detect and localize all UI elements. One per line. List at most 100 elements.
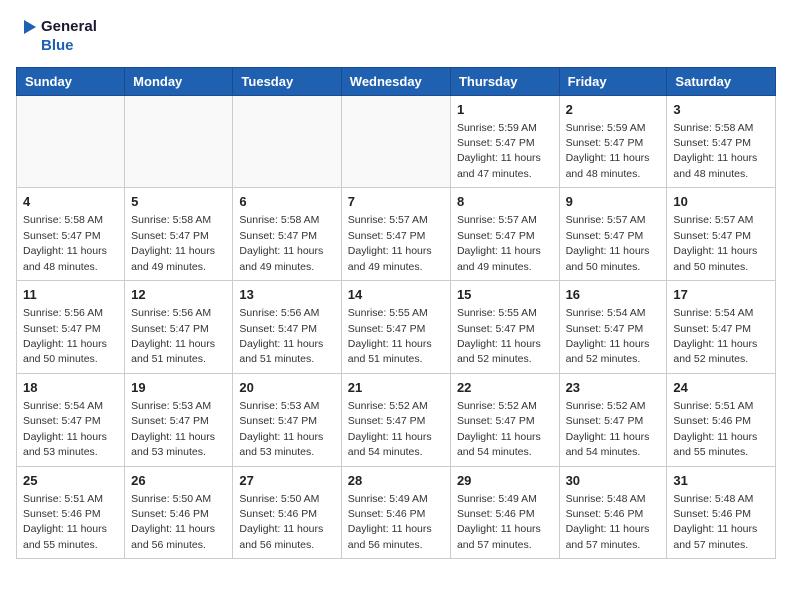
day-number: 7 <box>348 193 444 211</box>
day-number: 1 <box>457 101 553 119</box>
day-cell: 23 Sunrise: 5:52 AM Sunset: 5:47 PM Dayli… <box>559 373 667 466</box>
day-cell: 8Sunrise: 5:57 AM Sunset: 5:47 PM Daylig… <box>450 188 559 281</box>
day-number: 9 <box>566 193 661 211</box>
day-number: 27 <box>239 472 334 490</box>
day-info: Sunrise: 5:59 AM Sunset: 5:47 PM Dayligh… <box>457 122 541 180</box>
day-info: Sunrise: 5:48 AM Sunset: 5:46 PM Dayligh… <box>673 493 757 551</box>
weekday-header-monday: Monday <box>125 67 233 95</box>
day-cell: 31 Sunrise: 5:48 AM Sunset: 5:46 PM Dayli… <box>667 466 776 559</box>
day-number: 8 <box>457 193 553 211</box>
day-cell: 25 Sunrise: 5:51 AM Sunset: 5:46 PM Dayli… <box>17 466 125 559</box>
day-number: 6 <box>239 193 334 211</box>
day-number: 5 <box>131 193 226 211</box>
week-row-4: 18Sunrise: 5:54 AM Sunset: 5:47 PM Dayli… <box>17 373 776 466</box>
day-number: 23 <box>566 379 661 397</box>
day-cell <box>233 95 341 188</box>
day-info: Sunrise: 5:50 AM Sunset: 5:46 PM Dayligh… <box>239 493 323 551</box>
day-number: 16 <box>566 286 661 304</box>
day-number: 15 <box>457 286 553 304</box>
logo-triangle-icon <box>16 16 38 38</box>
day-cell: 6 Sunrise: 5:58 AM Sunset: 5:47 PM Daylig… <box>233 188 341 281</box>
weekday-header-wednesday: Wednesday <box>341 67 450 95</box>
day-cell: 15Sunrise: 5:55 AM Sunset: 5:47 PM Dayli… <box>450 281 559 374</box>
day-cell: 2 Sunrise: 5:59 AM Sunset: 5:47 PM Daylig… <box>559 95 667 188</box>
day-number: 25 <box>23 472 118 490</box>
day-cell: 13 Sunrise: 5:56 AM Sunset: 5:47 PM Dayli… <box>233 281 341 374</box>
day-cell: 26 Sunrise: 5:50 AM Sunset: 5:46 PM Dayli… <box>125 466 233 559</box>
day-info: Sunrise: 5:56 AM Sunset: 5:47 PM Dayligh… <box>23 307 107 365</box>
day-cell: 16 Sunrise: 5:54 AM Sunset: 5:47 PM Dayli… <box>559 281 667 374</box>
day-info: Sunrise: 5:50 AM Sunset: 5:46 PM Dayligh… <box>131 493 215 551</box>
day-cell: 1 Sunrise: 5:59 AM Sunset: 5:47 PM Daylig… <box>450 95 559 188</box>
day-info: Sunrise: 5:57 AM Sunset: 5:47 PM Dayligh… <box>566 214 650 272</box>
day-number: 21 <box>348 379 444 397</box>
weekday-header-thursday: Thursday <box>450 67 559 95</box>
weekday-header-saturday: Saturday <box>667 67 776 95</box>
day-cell: 29Sunrise: 5:49 AM Sunset: 5:46 PM Dayli… <box>450 466 559 559</box>
day-info: Sunrise: 5:53 AM Sunset: 5:47 PM Dayligh… <box>239 400 323 458</box>
day-info: Sunrise: 5:59 AM Sunset: 5:47 PM Dayligh… <box>566 122 650 180</box>
day-cell <box>17 95 125 188</box>
logo-text: General Blue <box>16 16 97 55</box>
day-info: Sunrise: 5:57 AM Sunset: 5:47 PM Dayligh… <box>673 214 757 272</box>
day-number: 13 <box>239 286 334 304</box>
day-cell: 22Sunrise: 5:52 AM Sunset: 5:47 PM Dayli… <box>450 373 559 466</box>
day-cell <box>341 95 450 188</box>
weekday-header-tuesday: Tuesday <box>233 67 341 95</box>
day-cell: 27 Sunrise: 5:50 AM Sunset: 5:46 PM Dayli… <box>233 466 341 559</box>
calendar-table: SundayMondayTuesdayWednesdayThursdayFrid… <box>16 67 776 560</box>
day-cell: 30Sunrise: 5:48 AM Sunset: 5:46 PM Dayli… <box>559 466 667 559</box>
day-info: Sunrise: 5:48 AM Sunset: 5:46 PM Dayligh… <box>566 493 650 551</box>
day-info: Sunrise: 5:49 AM Sunset: 5:46 PM Dayligh… <box>457 493 541 551</box>
day-info: Sunrise: 5:51 AM Sunset: 5:46 PM Dayligh… <box>673 400 757 458</box>
logo-blue: Blue <box>16 38 74 55</box>
day-number: 26 <box>131 472 226 490</box>
day-cell: 17 Sunrise: 5:54 AM Sunset: 5:47 PM Dayli… <box>667 281 776 374</box>
day-cell: 7 Sunrise: 5:57 AM Sunset: 5:47 PM Daylig… <box>341 188 450 281</box>
day-info: Sunrise: 5:57 AM Sunset: 5:47 PM Dayligh… <box>348 214 432 272</box>
day-info: Sunrise: 5:58 AM Sunset: 5:47 PM Dayligh… <box>131 214 215 272</box>
day-info: Sunrise: 5:55 AM Sunset: 5:47 PM Dayligh… <box>348 307 432 365</box>
day-cell: 4Sunrise: 5:58 AM Sunset: 5:47 PM Daylig… <box>17 188 125 281</box>
day-cell: 21Sunrise: 5:52 AM Sunset: 5:47 PM Dayli… <box>341 373 450 466</box>
day-number: 18 <box>23 379 118 397</box>
weekday-header-row: SundayMondayTuesdayWednesdayThursdayFrid… <box>17 67 776 95</box>
week-row-2: 4Sunrise: 5:58 AM Sunset: 5:47 PM Daylig… <box>17 188 776 281</box>
day-info: Sunrise: 5:56 AM Sunset: 5:47 PM Dayligh… <box>131 307 215 365</box>
day-number: 10 <box>673 193 769 211</box>
weekday-header-sunday: Sunday <box>17 67 125 95</box>
day-number: 14 <box>348 286 444 304</box>
day-info: Sunrise: 5:58 AM Sunset: 5:47 PM Dayligh… <box>239 214 323 272</box>
day-info: Sunrise: 5:56 AM Sunset: 5:47 PM Dayligh… <box>239 307 323 365</box>
day-number: 22 <box>457 379 553 397</box>
day-number: 2 <box>566 101 661 119</box>
day-cell: 12 Sunrise: 5:56 AM Sunset: 5:47 PM Dayli… <box>125 281 233 374</box>
day-number: 28 <box>348 472 444 490</box>
day-number: 17 <box>673 286 769 304</box>
day-info: Sunrise: 5:49 AM Sunset: 5:46 PM Dayligh… <box>348 493 432 551</box>
week-row-3: 11Sunrise: 5:56 AM Sunset: 5:47 PM Dayli… <box>17 281 776 374</box>
week-row-5: 25 Sunrise: 5:51 AM Sunset: 5:46 PM Dayli… <box>17 466 776 559</box>
day-cell: 5 Sunrise: 5:58 AM Sunset: 5:47 PM Daylig… <box>125 188 233 281</box>
day-cell: 11Sunrise: 5:56 AM Sunset: 5:47 PM Dayli… <box>17 281 125 374</box>
day-number: 12 <box>131 286 226 304</box>
day-cell: 9 Sunrise: 5:57 AM Sunset: 5:47 PM Daylig… <box>559 188 667 281</box>
day-number: 24 <box>673 379 769 397</box>
weekday-header-friday: Friday <box>559 67 667 95</box>
day-cell: 19Sunrise: 5:53 AM Sunset: 5:47 PM Dayli… <box>125 373 233 466</box>
day-cell: 24 Sunrise: 5:51 AM Sunset: 5:46 PM Dayli… <box>667 373 776 466</box>
day-cell <box>125 95 233 188</box>
day-number: 31 <box>673 472 769 490</box>
day-info: Sunrise: 5:54 AM Sunset: 5:47 PM Dayligh… <box>566 307 650 365</box>
day-cell: 18Sunrise: 5:54 AM Sunset: 5:47 PM Dayli… <box>17 373 125 466</box>
logo-general: General <box>41 19 97 36</box>
day-info: Sunrise: 5:58 AM Sunset: 5:47 PM Dayligh… <box>23 214 107 272</box>
page-header: General Blue <box>16 16 776 55</box>
day-info: Sunrise: 5:58 AM Sunset: 5:47 PM Dayligh… <box>673 122 757 180</box>
day-info: Sunrise: 5:51 AM Sunset: 5:46 PM Dayligh… <box>23 493 107 551</box>
week-row-1: 1 Sunrise: 5:59 AM Sunset: 5:47 PM Daylig… <box>17 95 776 188</box>
day-cell: 10 Sunrise: 5:57 AM Sunset: 5:47 PM Dayli… <box>667 188 776 281</box>
logo: General Blue <box>16 16 97 55</box>
day-info: Sunrise: 5:52 AM Sunset: 5:47 PM Dayligh… <box>566 400 650 458</box>
day-info: Sunrise: 5:54 AM Sunset: 5:47 PM Dayligh… <box>673 307 757 365</box>
